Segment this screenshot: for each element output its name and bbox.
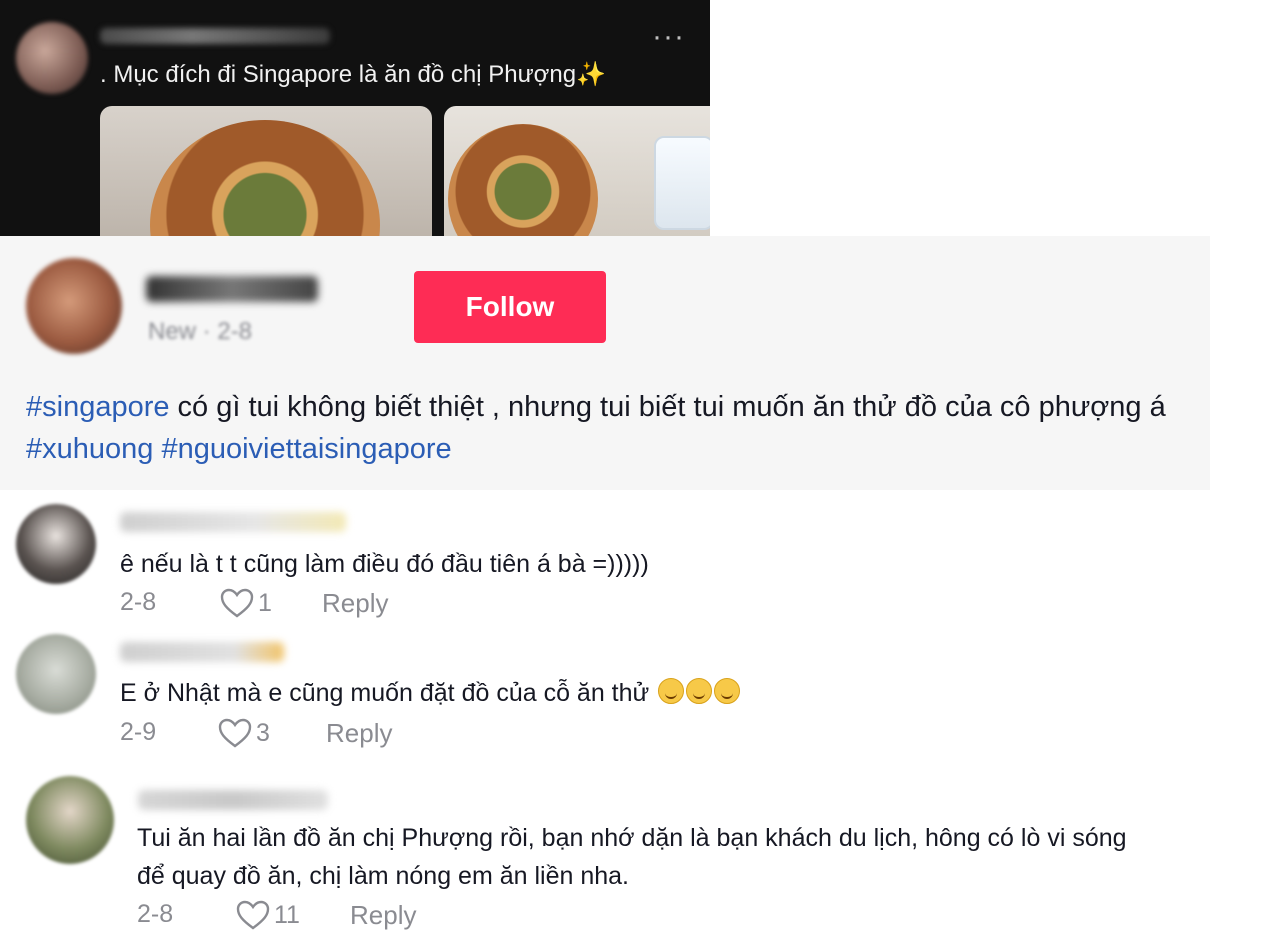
comment-date: 2-8: [120, 588, 157, 616]
like-count: 11: [274, 900, 300, 929]
hashtag-singapore[interactable]: #singapore: [26, 391, 170, 423]
comment-text: E ở Nhật mà e cũng muốn đặt đồ của cỗ ăn…: [120, 678, 741, 708]
comment-text-line1: Tui ăn hai lần đồ ăn chị Phượng rồi, bạn…: [137, 824, 1127, 852]
comment-text: ê nếu là t t cũng làm điều đó đầu tiên á…: [120, 550, 649, 578]
reply-button[interactable]: Reply: [322, 588, 388, 619]
more-options-icon[interactable]: ···: [652, 20, 685, 54]
heart-icon: [220, 588, 254, 618]
food-photo-2[interactable]: [444, 106, 710, 236]
post-description-text: có gì tui không biết thiệt , nhưng tui b…: [169, 391, 1166, 423]
commenter-avatar[interactable]: [16, 504, 96, 584]
comment-text-content: E ở Nhật mà e cũng muốn đặt đồ của cỗ ăn…: [120, 679, 650, 707]
heart-icon: [236, 900, 270, 930]
comment-text-line2: để quay đồ ăn, chị làm nóng em ăn liền n…: [137, 862, 630, 890]
author-username-blurred[interactable]: [146, 276, 318, 302]
comment-date: 2-9: [120, 718, 157, 746]
reply-button[interactable]: Reply: [350, 900, 416, 931]
commenter-username-blurred[interactable]: [120, 512, 346, 532]
author-avatar[interactable]: [26, 258, 122, 354]
post-caption: . Mục đích đi Singapore là ăn đồ chị Phư…: [100, 60, 606, 89]
grinning-squinting-face-icon: [714, 678, 741, 704]
commenter-avatar[interactable]: [26, 776, 114, 864]
like-button[interactable]: 3: [218, 718, 270, 748]
like-count: 1: [258, 588, 272, 617]
sparkle-icon: ✨: [576, 61, 606, 88]
comment-item: ê nếu là t t cũng làm điều đó đầu tiên á…: [0, 490, 760, 620]
reply-button[interactable]: Reply: [326, 718, 392, 749]
water-glass-image: [654, 136, 710, 230]
heart-icon: [218, 718, 252, 748]
like-count: 3: [256, 718, 270, 747]
hashtag-xuhuong[interactable]: #xuhuong: [26, 433, 153, 465]
poster-avatar[interactable]: [16, 22, 88, 94]
commenter-avatar[interactable]: [16, 634, 96, 714]
video-caption-panel: New · 2-8 Follow #singapore có gì tui kh…: [0, 236, 1210, 490]
post-description: #singapore có gì tui không biết thiệt , …: [26, 386, 1196, 470]
commenter-username-blurred[interactable]: [138, 790, 328, 810]
grinning-squinting-face-icon: [658, 678, 685, 704]
shared-post-card[interactable]: ··· . Mục đích đi Singapore là ăn đồ chị…: [0, 0, 710, 236]
comment-date: 2-8: [137, 900, 174, 928]
comment-item: E ở Nhật mà e cũng muốn đặt đồ của cỗ ăn…: [0, 622, 900, 762]
post-meta: New · 2-8: [148, 318, 253, 345]
follow-button[interactable]: Follow: [414, 271, 606, 343]
food-bowl-image: [448, 124, 598, 236]
post-caption-text: . Mục đích đi Singapore là ăn đồ chị Phư…: [100, 61, 577, 88]
food-bowl-image: [150, 120, 380, 236]
grinning-squinting-face-icon: [686, 678, 713, 704]
like-button[interactable]: 1: [220, 588, 272, 618]
commenter-username-blurred[interactable]: [120, 642, 284, 662]
food-photo-1[interactable]: [100, 106, 432, 236]
hashtag-nguoiviettaisingapore[interactable]: #nguoiviettaisingapore: [161, 433, 451, 465]
like-button[interactable]: 11: [236, 900, 300, 930]
poster-username-blurred: [100, 28, 330, 44]
comment-item: Tui ăn hai lần đồ ăn chị Phượng rồi, bạn…: [0, 766, 1284, 943]
